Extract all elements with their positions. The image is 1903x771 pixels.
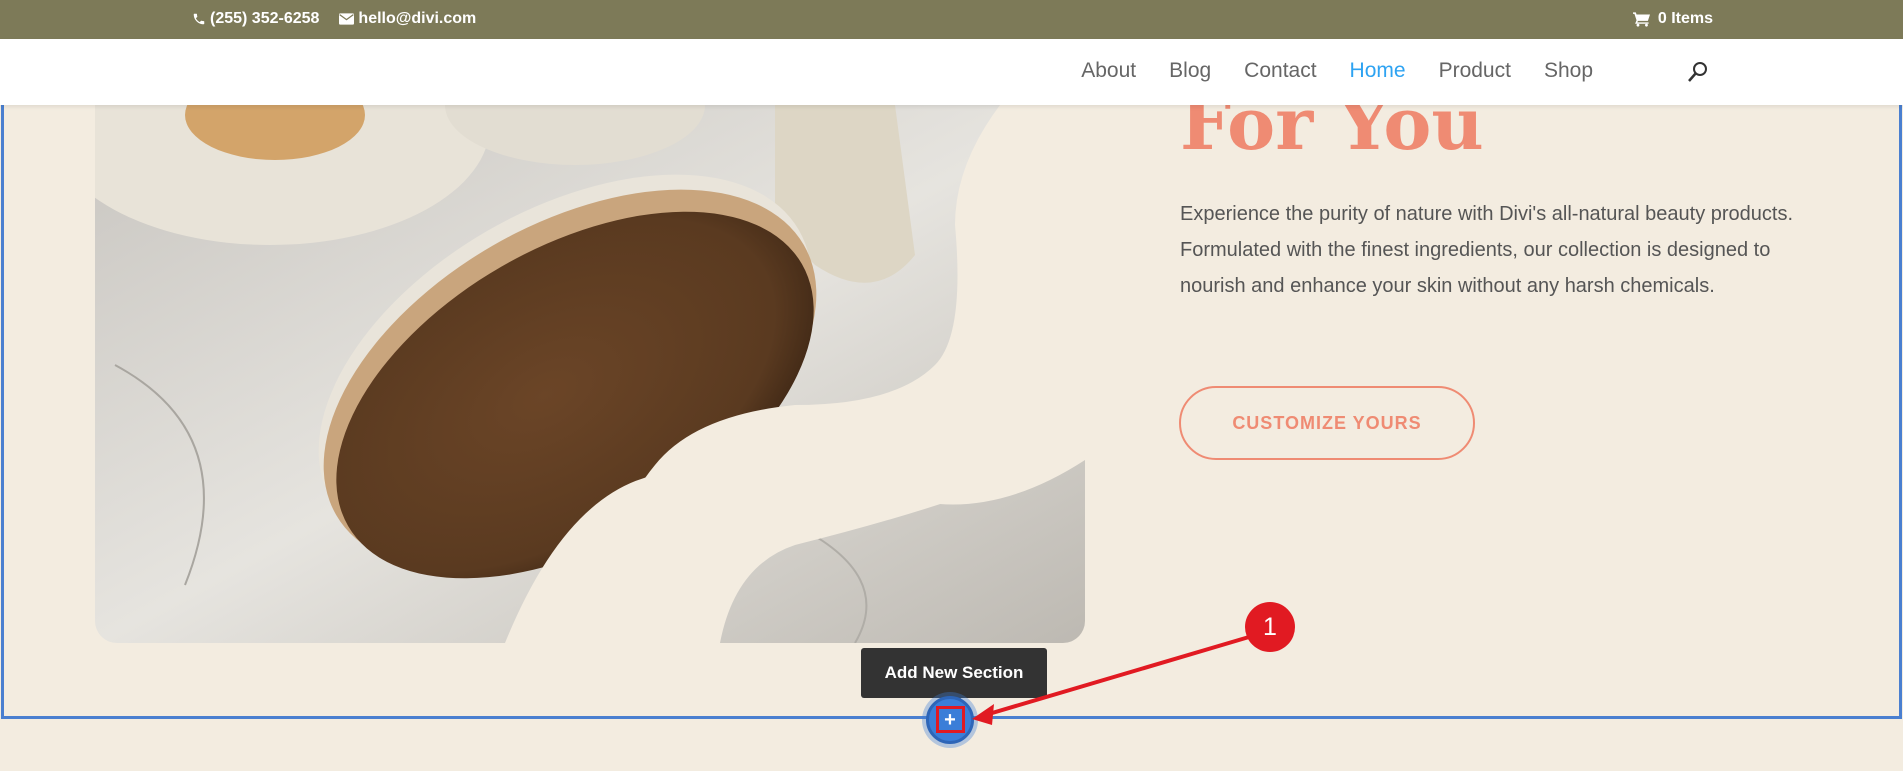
search-icon[interactable] (1686, 60, 1710, 84)
nav-item-home[interactable]: Home (1350, 59, 1406, 83)
cart-count: 0 Items (1657, 10, 1713, 27)
cart-icon (1632, 11, 1650, 27)
nav-item-contact[interactable]: Contact (1244, 59, 1316, 83)
mail-icon (339, 13, 355, 25)
phone-number: (255) 352-6258 (210, 10, 320, 27)
add-section-tooltip: Add New Section (861, 648, 1047, 705)
nav-item-shop[interactable]: Shop (1544, 59, 1593, 83)
main-navigation: About Blog Contact Home Product Shop (0, 39, 1903, 105)
annotation-step-badge: 1 (1245, 602, 1295, 652)
nav-item-product[interactable]: Product (1439, 59, 1511, 83)
annotation-highlight-box (936, 706, 965, 733)
email-contact[interactable]: hello@divi.com (339, 10, 476, 28)
hero-description: Experience the purity of nature with Div… (1180, 203, 1794, 297)
customize-yours-button[interactable]: CUSTOMIZE YOURS (1179, 386, 1475, 460)
contact-info: (255) 352-6258 hello@divi.com (192, 10, 476, 28)
phone-icon (193, 13, 205, 25)
email-address: hello@divi.com (358, 10, 477, 27)
product-photo (95, 105, 1085, 643)
top-bar: (255) 352-6258 hello@divi.com 0 Items (0, 0, 1903, 39)
nav-menu: About Blog Contact Home Product Shop (1081, 59, 1593, 83)
cart-link[interactable]: 0 Items (1632, 10, 1713, 28)
hero-image (95, 105, 1085, 643)
nav-item-blog[interactable]: Blog (1169, 59, 1211, 83)
phone-contact[interactable]: (255) 352-6258 (192, 10, 319, 28)
nav-item-about[interactable]: About (1081, 59, 1136, 83)
